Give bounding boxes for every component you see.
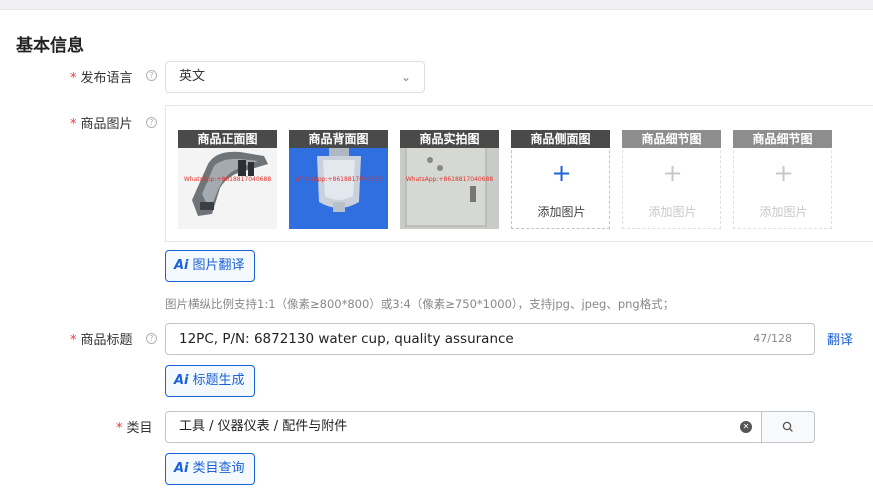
image-upload-panel: WhatsApp:+8618817040688 商品正面图 WhatsApp:+… bbox=[165, 105, 873, 242]
slot-caption: 商品细节图 bbox=[622, 130, 721, 148]
language-select-value: 英文 bbox=[179, 69, 206, 84]
category-input[interactable]: 工具 / 仪器仪表 / 配件与附件 ✕ bbox=[165, 411, 762, 443]
required-mark: * bbox=[70, 71, 77, 86]
title-input-value: 12PC, P/N: 6872130 water cup, quality as… bbox=[179, 331, 514, 347]
required-mark: * bbox=[70, 333, 77, 348]
watermark-text: WhatsApp:+8618817040688 bbox=[294, 176, 383, 183]
category-query-label: 类目查询 bbox=[192, 461, 245, 476]
image-slot-detail-1[interactable]: 商品细节图 + 添加图片 bbox=[622, 130, 721, 229]
add-image-text: 添加图片 bbox=[648, 205, 697, 219]
add-image-text: 添加图片 bbox=[759, 205, 808, 219]
title-char-count: 47/128 bbox=[753, 332, 792, 345]
language-label: * 发布语言 bbox=[70, 67, 133, 86]
ai-icon: Ai bbox=[174, 461, 189, 476]
required-mark: * bbox=[70, 117, 77, 132]
ai-icon: Ai bbox=[174, 258, 189, 273]
translate-link[interactable]: 翻译 bbox=[827, 329, 853, 348]
add-image-text: 添加图片 bbox=[537, 205, 586, 219]
plus-icon: + bbox=[551, 159, 572, 187]
top-bar bbox=[0, 0, 873, 10]
plus-icon: + bbox=[773, 159, 794, 187]
ai-icon: Ai bbox=[174, 373, 189, 388]
chevron-down-icon: ⌄ bbox=[400, 70, 411, 84]
image-slot-back[interactable]: WhatsApp:+8618817040688 商品背面图 bbox=[289, 130, 388, 229]
slot-caption: 商品侧面图 bbox=[511, 130, 610, 148]
category-search-button[interactable] bbox=[761, 411, 815, 443]
title-label: * 商品标题 bbox=[70, 329, 133, 348]
slot-caption: 商品实拍图 bbox=[400, 130, 499, 148]
images-label: * 商品图片 bbox=[70, 113, 133, 132]
image-slot-real[interactable]: WhatsApp:+8618817040688 商品实拍图 bbox=[400, 130, 499, 229]
title-generate-button[interactable]: Ai 标题生成 bbox=[165, 365, 255, 397]
title-input[interactable]: 12PC, P/N: 6872130 water cup, quality as… bbox=[165, 323, 815, 355]
slot-caption: 商品正面图 bbox=[178, 130, 277, 148]
image-slot-front[interactable]: WhatsApp:+8618817040688 商品正面图 bbox=[178, 130, 277, 229]
watermark-text: WhatsApp:+8618817040688 bbox=[405, 176, 494, 183]
question-circle-icon[interactable]: ? bbox=[146, 333, 157, 344]
image-slot-side[interactable]: 商品侧面图 + 添加图片 bbox=[511, 130, 610, 229]
image-slot-detail-2[interactable]: 商品细节图 + 添加图片 bbox=[733, 130, 832, 229]
question-circle-icon[interactable]: ? bbox=[146, 70, 157, 81]
category-query-button[interactable]: Ai 类目查询 bbox=[165, 453, 255, 485]
category-label: * 类目 bbox=[116, 417, 153, 436]
search-icon bbox=[782, 421, 793, 432]
title-generate-label: 标题生成 bbox=[192, 373, 245, 388]
image-hint: 图片横纵比例支持1:1（像素≥800*800）或3:4（像素≥750*1000）… bbox=[165, 297, 675, 311]
images-label-text: 商品图片 bbox=[80, 117, 133, 132]
language-label-text: 发布语言 bbox=[80, 71, 133, 86]
clear-circle-icon[interactable]: ✕ bbox=[740, 421, 752, 433]
plus-icon: + bbox=[662, 159, 683, 187]
question-circle-icon[interactable]: ? bbox=[146, 117, 157, 128]
required-mark: * bbox=[116, 421, 123, 436]
slot-caption: 商品细节图 bbox=[733, 130, 832, 148]
image-translate-label: 图片翻译 bbox=[192, 258, 245, 273]
category-input-value: 工具 / 仪器仪表 / 配件与附件 bbox=[179, 419, 348, 434]
slot-caption: 商品背面图 bbox=[289, 130, 388, 148]
watermark-text: WhatsApp:+8618817040688 bbox=[183, 176, 272, 183]
category-label-text: 类目 bbox=[126, 421, 153, 436]
language-select[interactable]: 英文 ⌄ bbox=[165, 61, 425, 93]
title-label-text: 商品标题 bbox=[80, 333, 133, 348]
section-title: 基本信息 bbox=[16, 36, 84, 56]
image-translate-button[interactable]: Ai 图片翻译 bbox=[165, 250, 255, 282]
